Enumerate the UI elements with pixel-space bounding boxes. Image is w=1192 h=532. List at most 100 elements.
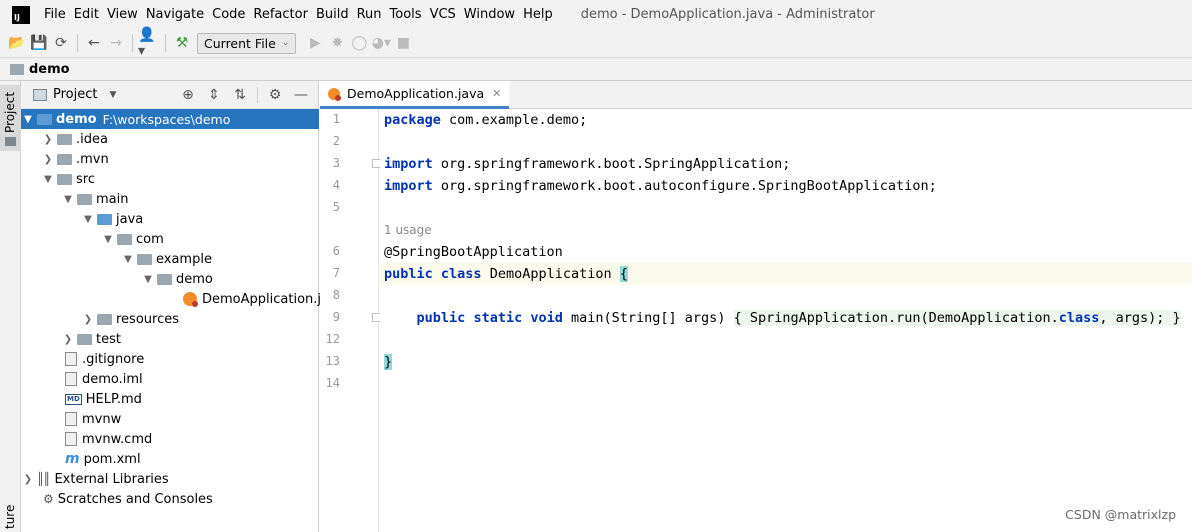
- tree-item-pom-xml[interactable]: m pom.xml: [21, 449, 319, 469]
- tree-item-label: demo: [176, 271, 213, 287]
- chevron-right-icon[interactable]: ❯: [41, 134, 55, 145]
- tree-item-path: F:\workspaces\demo: [102, 111, 231, 127]
- tree-item-label: src: [76, 171, 95, 187]
- folder-icon: [77, 333, 92, 345]
- tree-item-demoapplication[interactable]: DemoApplication.java: [21, 289, 345, 309]
- code-line-4: import org.springframework.boot.autoconf…: [380, 175, 1192, 197]
- tree-item-demo-iml[interactable]: demo.iml: [21, 369, 319, 389]
- tree-item-demo-package[interactable]: ▼ demo: [21, 269, 319, 289]
- line-number: 3: [332, 156, 340, 170]
- debug-icon[interactable]: ✸: [326, 32, 348, 54]
- menu-tools[interactable]: Tools: [386, 7, 426, 22]
- save-icon[interactable]: 💾: [28, 32, 50, 54]
- menu-file[interactable]: File: [40, 7, 70, 22]
- line-number: 2: [332, 134, 340, 148]
- tree-item-label: External Libraries: [54, 471, 169, 487]
- text-file-icon: [65, 432, 77, 446]
- project-panel-title[interactable]: Project: [53, 87, 97, 102]
- menu-navigate[interactable]: Navigate: [142, 7, 208, 22]
- chevron-down-icon[interactable]: ▼: [21, 114, 35, 125]
- module-folder-icon: [37, 113, 52, 125]
- chevron-down-icon[interactable]: ▼: [121, 254, 135, 265]
- tree-item-example[interactable]: ▼ example: [21, 249, 319, 269]
- tree-item-demo-root[interactable]: ▼ demo F:\workspaces\demo: [21, 109, 319, 129]
- project-tool-tab-label: Project: [3, 91, 17, 133]
- gear-icon[interactable]: ⚙: [266, 86, 284, 104]
- tree-item-mvnw[interactable]: mvnw: [21, 409, 319, 429]
- menu-view[interactable]: View: [103, 7, 142, 22]
- menu-help[interactable]: Help: [519, 7, 557, 22]
- menu-build[interactable]: Build: [312, 7, 353, 22]
- structure-tool-tab[interactable]: ture: [3, 505, 17, 529]
- menu-code[interactable]: Code: [208, 7, 249, 22]
- code-text: main(String[] args): [571, 310, 726, 326]
- tree-item-help-md[interactable]: MD HELP.md: [21, 389, 319, 409]
- run-icon[interactable]: ▶: [304, 32, 326, 54]
- chevron-down-icon[interactable]: ▼: [141, 274, 155, 285]
- tree-item-mvn[interactable]: ❯ .mvn: [21, 149, 319, 169]
- line-number: 4: [332, 178, 340, 192]
- java-class-icon: [183, 292, 198, 307]
- tree-item-scratches[interactable]: ⚙ Scratches and Consoles: [21, 489, 319, 509]
- tree-item-src[interactable]: ▼ src: [21, 169, 319, 189]
- menu-run[interactable]: Run: [353, 7, 386, 22]
- folder-icon: [57, 173, 72, 185]
- menu-refactor[interactable]: Refactor: [249, 7, 312, 22]
- tree-item-external-libraries[interactable]: ❯ ║║ External Libraries: [21, 469, 319, 489]
- locate-file-icon[interactable]: ⊕: [179, 86, 197, 104]
- toolbar-separator: [132, 34, 133, 52]
- tree-item-mvnw-cmd[interactable]: mvnw.cmd: [21, 429, 319, 449]
- menu-vcs[interactable]: VCS: [426, 7, 460, 22]
- run-config-label: Current File: [204, 35, 276, 51]
- chevron-down-icon[interactable]: ▼: [61, 194, 75, 205]
- chevron-right-icon[interactable]: ❯: [41, 154, 55, 165]
- tree-item-idea[interactable]: ❯ .idea: [21, 129, 319, 149]
- menu-edit[interactable]: Edit: [70, 7, 103, 22]
- chevron-down-icon[interactable]: ▼: [101, 234, 115, 245]
- tree-item-com[interactable]: ▼ com: [21, 229, 319, 249]
- chevron-right-icon[interactable]: ❯: [21, 474, 35, 485]
- hide-panel-icon[interactable]: —: [292, 86, 310, 104]
- run-configuration-select[interactable]: Current File ⌄: [197, 32, 297, 54]
- tree-item-label: main: [96, 191, 129, 207]
- chevron-down-icon[interactable]: ▼: [109, 90, 116, 100]
- code-keyword: import: [384, 156, 433, 172]
- tree-item-test[interactable]: ❯ test: [21, 329, 319, 349]
- back-arrow-icon[interactable]: ←: [83, 32, 105, 54]
- chevron-right-icon[interactable]: ❯: [81, 314, 95, 325]
- expand-all-icon[interactable]: ⇕: [205, 86, 223, 104]
- tree-item-gitignore[interactable]: .gitignore: [21, 349, 319, 369]
- tree-item-label: example: [156, 251, 212, 267]
- stop-icon[interactable]: ■: [392, 32, 414, 54]
- user-icon[interactable]: 👤▾: [138, 27, 160, 59]
- code-keyword: package: [384, 112, 441, 128]
- usage-hint[interactable]: 1 usage: [384, 219, 432, 241]
- collapse-all-icon[interactable]: ⇅: [231, 86, 249, 104]
- tab-demoapplication-java[interactable]: DemoApplication.java ✕: [320, 81, 510, 109]
- tree-item-label: com: [136, 231, 164, 247]
- menu-bar: IJ File Edit View Navigate Code Refactor…: [0, 0, 1192, 29]
- profile-icon[interactable]: ◕▾: [370, 32, 392, 54]
- code-keyword: public: [416, 310, 466, 326]
- build-hammer-icon[interactable]: ⚒: [171, 32, 193, 54]
- chevron-right-icon[interactable]: ❯: [61, 334, 75, 345]
- sync-icon[interactable]: ⟳: [50, 32, 72, 54]
- code-folded-body[interactable]: { SpringApplication.run(DemoApplication.…: [733, 310, 1181, 326]
- open-folder-icon[interactable]: 📂: [6, 32, 28, 54]
- toolbar-separator: [165, 34, 166, 52]
- coverage-icon[interactable]: ◯: [348, 32, 370, 54]
- tool-window-strip: Project ture: [0, 81, 21, 532]
- chevron-down-icon[interactable]: ▼: [81, 214, 95, 225]
- menu-window[interactable]: Window: [460, 7, 519, 22]
- tree-item-resources[interactable]: ❯ resources: [21, 309, 319, 329]
- close-icon[interactable]: ✕: [492, 87, 501, 100]
- project-tool-tab[interactable]: Project: [0, 85, 21, 151]
- tree-item-java[interactable]: ▼ java: [21, 209, 319, 229]
- code-editor[interactable]: package com.example.demo; import org.spr…: [380, 109, 1192, 532]
- forward-arrow-icon[interactable]: →: [105, 32, 127, 54]
- line-number: 8: [332, 288, 340, 302]
- gitignore-file-icon: [65, 352, 77, 366]
- tree-item-main[interactable]: ▼ main: [21, 189, 319, 209]
- chevron-down-icon[interactable]: ▼: [41, 174, 55, 185]
- breadcrumb[interactable]: demo: [29, 62, 70, 77]
